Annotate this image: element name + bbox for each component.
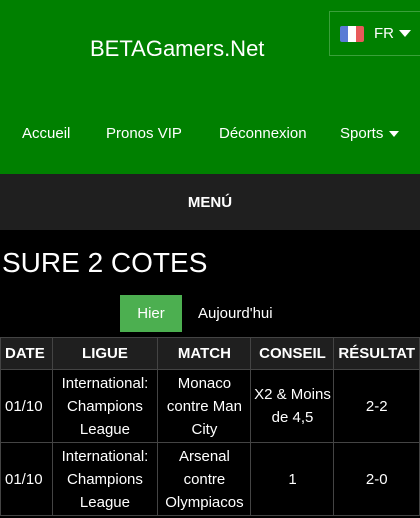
cell-league: International: Champions League (51, 442, 159, 516)
cell-date: 01/10 (0, 442, 53, 516)
page-title: SURE 2 COTES (2, 247, 208, 278)
col-match-header: MATCH (157, 337, 252, 370)
cell-advice: X2 & Moins de 4,5 (250, 369, 335, 443)
cell-advice: 1 (250, 442, 335, 516)
language-selector[interactable]: FR (329, 11, 420, 56)
col-date-header: DATE (0, 337, 53, 370)
col-ligue-header: LIGUE (51, 337, 159, 370)
language-code: FR (374, 25, 394, 42)
chevron-down-icon (399, 30, 411, 37)
nav-pronos-vip[interactable]: Pronos VIP (106, 125, 182, 142)
nav-sports-label: Sports (340, 125, 384, 142)
table-row: 01/10 International: Champions League Ar… (0, 442, 420, 516)
site-header: BETAGamers.Net FR Accueil Pronos VIP Déc… (0, 0, 420, 174)
menu-label: MENÚ (187, 193, 233, 211)
predictions-table: DATE LIGUE MATCH CONSEIL RÉSULTAT 01/10 … (0, 337, 420, 516)
col-resultat-header: RÉSULTAT (333, 337, 420, 370)
nav-sports[interactable]: Sports (340, 125, 400, 142)
main-nav: Accueil Pronos VIP Déconnexion Sports (0, 125, 420, 145)
cell-date: 01/10 (0, 369, 53, 443)
cell-league: International: Champions League (51, 369, 159, 443)
chevron-down-icon (389, 130, 400, 137)
cell-result: 2-2 (333, 369, 420, 443)
nav-deconnexion[interactable]: Déconnexion (219, 125, 307, 142)
day-tabs: Hier Aujourd'hui (120, 295, 273, 332)
col-conseil-header: CONSEIL (250, 337, 335, 370)
table-header-row: DATE LIGUE MATCH CONSEIL RÉSULTAT (0, 337, 420, 370)
table-row: 01/10 International: Champions League Mo… (0, 369, 420, 443)
cell-result: 2-0 (333, 442, 420, 516)
tab-hier[interactable]: Hier (120, 295, 182, 332)
menu-toggle[interactable]: MENÚ (0, 174, 420, 230)
nav-accueil[interactable]: Accueil (22, 125, 70, 142)
cell-match: Monaco contre Man City (157, 369, 252, 443)
site-brand[interactable]: BETAGamers.Net (90, 36, 264, 62)
cell-match: Arsenal contre Olympiacos (157, 442, 252, 516)
france-flag-icon (340, 25, 364, 42)
tab-aujourdhui[interactable]: Aujourd'hui (198, 305, 273, 322)
